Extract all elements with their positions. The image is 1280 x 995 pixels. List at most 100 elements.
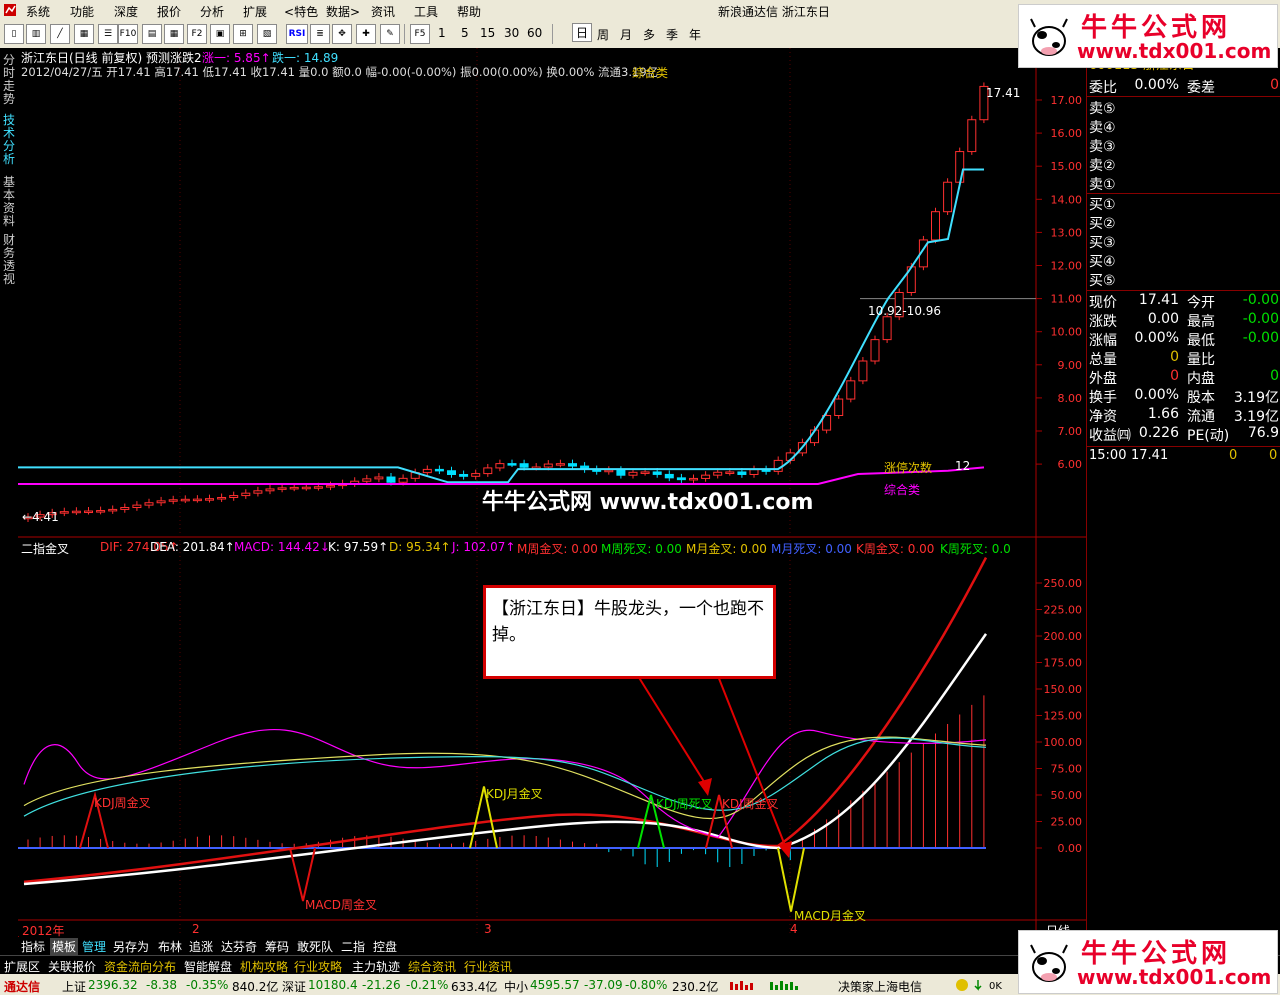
cycle-week[interactable]: 周 bbox=[597, 26, 609, 43]
rsi-icon[interactable]: RSI bbox=[286, 24, 308, 44]
side-tabs: 分时走势 技术分析 基本资料 财务透视 bbox=[0, 48, 19, 938]
indicator-name[interactable]: 二指金叉 bbox=[21, 540, 69, 557]
panel-icon[interactable]: ▧ bbox=[257, 24, 277, 44]
ext-tab[interactable]: 智能解盘 bbox=[184, 958, 232, 975]
quote-value: 76.9 bbox=[1247, 425, 1279, 441]
candle bbox=[108, 508, 118, 512]
ext-tab[interactable]: 主力轨迹 bbox=[352, 958, 400, 975]
line-chart-icon[interactable]: ╱ bbox=[50, 24, 70, 44]
candle bbox=[955, 151, 965, 183]
plus-icon[interactable]: ✚ bbox=[356, 24, 376, 44]
tab-erzhi[interactable]: 二指 bbox=[341, 938, 365, 955]
cycle-season[interactable]: 季 bbox=[666, 26, 678, 43]
quote-row: 换手 0.00% 股本 3.19亿 bbox=[1089, 387, 1279, 406]
ask-2: 卖② bbox=[1089, 158, 1116, 174]
period-30[interactable]: 30 bbox=[504, 26, 519, 40]
zx-label: 中小 bbox=[504, 980, 529, 994]
cycle-year[interactable]: 年 bbox=[689, 26, 701, 43]
connection-icon[interactable]: 0K bbox=[954, 977, 1014, 993]
diff-label: 委差 bbox=[1187, 80, 1215, 96]
period-15[interactable]: 15 bbox=[480, 26, 495, 40]
candle bbox=[447, 470, 456, 476]
candle bbox=[652, 471, 662, 475]
list-icon[interactable]: ☰ bbox=[98, 24, 118, 44]
menu-extend[interactable]: 扩展 bbox=[243, 3, 267, 20]
tab-control[interactable]: 控盘 bbox=[373, 938, 397, 955]
menu-help[interactable]: 帮助 bbox=[457, 3, 481, 20]
candle bbox=[289, 486, 299, 490]
sector-tag: 综合类 bbox=[632, 66, 669, 80]
cycle-day[interactable]: 日 bbox=[572, 23, 593, 42]
candle bbox=[664, 473, 674, 479]
candle bbox=[144, 502, 154, 506]
sidetab-intraday[interactable]: 分时走势 bbox=[1, 54, 17, 106]
candle bbox=[931, 211, 940, 241]
tab-chase[interactable]: 追涨 bbox=[189, 938, 213, 955]
move-icon[interactable]: ✥ bbox=[332, 24, 352, 44]
period-5[interactable]: 5 bbox=[461, 26, 469, 40]
candle bbox=[471, 473, 481, 477]
tab-template[interactable]: 模板 bbox=[50, 938, 79, 955]
window-icon[interactable]: ▣ bbox=[210, 24, 230, 44]
pen-icon[interactable]: ✎ bbox=[380, 24, 400, 44]
grid-icon[interactable]: ▦ bbox=[74, 24, 94, 44]
candle bbox=[543, 463, 553, 468]
chart-icon[interactable]: ▤ bbox=[142, 24, 162, 44]
f10-icon[interactable]: F10 bbox=[118, 24, 138, 44]
f2-icon[interactable]: F2 bbox=[187, 24, 207, 44]
price-tick-label: 14.00 bbox=[1051, 193, 1083, 206]
candle bbox=[749, 469, 759, 475]
tab-manage[interactable]: 管理 bbox=[82, 938, 106, 955]
menu-depth[interactable]: 深度 bbox=[114, 3, 138, 20]
tab-boll[interactable]: 布林 bbox=[158, 938, 182, 955]
tab-saveas[interactable]: 另存为 bbox=[113, 938, 149, 955]
ext-tab[interactable]: 综合资讯 bbox=[408, 958, 456, 975]
candle bbox=[132, 504, 142, 509]
menu-function[interactable]: 功能 bbox=[70, 3, 94, 20]
callout-text: 【浙江东日】牛股龙头，一个也跑不掉。 bbox=[492, 599, 764, 645]
quote-label: 总量 bbox=[1089, 352, 1117, 368]
sidetab-finance[interactable]: 财务透视 bbox=[1, 234, 17, 286]
calc-icon[interactable]: ⊞ bbox=[233, 24, 253, 44]
ext-tab[interactable]: 扩展区 bbox=[4, 958, 40, 975]
ask-5: 卖⑤ bbox=[1089, 101, 1116, 117]
period-1[interactable]: 1 bbox=[438, 26, 446, 40]
ext-tab[interactable]: 行业资讯 bbox=[464, 958, 512, 975]
ext-tab[interactable]: 机构攻略 bbox=[240, 958, 288, 975]
f5-icon[interactable]: F5 bbox=[410, 24, 430, 44]
candle bbox=[568, 463, 577, 467]
quote-row: 涨跌 0.00 最高 -0.00 bbox=[1089, 311, 1279, 330]
cycle-multi[interactable]: 多 bbox=[643, 26, 655, 43]
dea-value: DEA: 201.84↑ bbox=[150, 540, 235, 554]
menu-system[interactable]: 系统 bbox=[26, 3, 50, 20]
cow-logo-icon bbox=[1030, 944, 1068, 982]
tab-indicator[interactable]: 指标 bbox=[21, 938, 45, 955]
menu-news[interactable]: 资讯 bbox=[371, 3, 395, 20]
bars-icon[interactable]: ≣ bbox=[310, 24, 330, 44]
ratio-label: 委比 bbox=[1089, 80, 1117, 96]
price-tick-label: 13.00 bbox=[1051, 226, 1083, 239]
menu-special[interactable]: <特色 bbox=[284, 3, 318, 20]
ext-tab[interactable]: 行业攻略 bbox=[294, 958, 342, 975]
menu-data[interactable]: 数据> bbox=[326, 3, 360, 20]
menu-quote[interactable]: 报价 bbox=[157, 3, 181, 20]
cycle-month[interactable]: 月 bbox=[620, 26, 632, 43]
quote-label: 流通 bbox=[1187, 409, 1215, 425]
sidetab-basic[interactable]: 基本资料 bbox=[1, 176, 17, 228]
tab-davinci[interactable]: 达芬奇 bbox=[221, 938, 257, 955]
quote-label: 涨幅 bbox=[1089, 333, 1117, 349]
bar-icon[interactable]: ▥ bbox=[26, 24, 46, 44]
kline-icon[interactable]: ▯ bbox=[4, 24, 24, 44]
tab-dare[interactable]: 敢死队 bbox=[297, 938, 333, 955]
table-icon[interactable]: ▦ bbox=[164, 24, 184, 44]
sidetab-technical[interactable]: 技术分析 bbox=[1, 114, 17, 166]
ext-tab[interactable]: 关联报价 bbox=[48, 958, 96, 975]
menu-analysis[interactable]: 分析 bbox=[200, 3, 224, 20]
ext-tab[interactable]: 资金流向分布 bbox=[104, 958, 176, 975]
tab-chips[interactable]: 筹码 bbox=[265, 938, 289, 955]
menu-tools[interactable]: 工具 bbox=[414, 3, 438, 20]
quote-row: 净资 1.66 流通 3.19亿 bbox=[1089, 406, 1279, 425]
period-60[interactable]: 60 bbox=[527, 26, 542, 40]
price-tick-label: 11.00 bbox=[1051, 293, 1083, 306]
macd-value: MACD: 144.42↓ bbox=[234, 540, 330, 554]
